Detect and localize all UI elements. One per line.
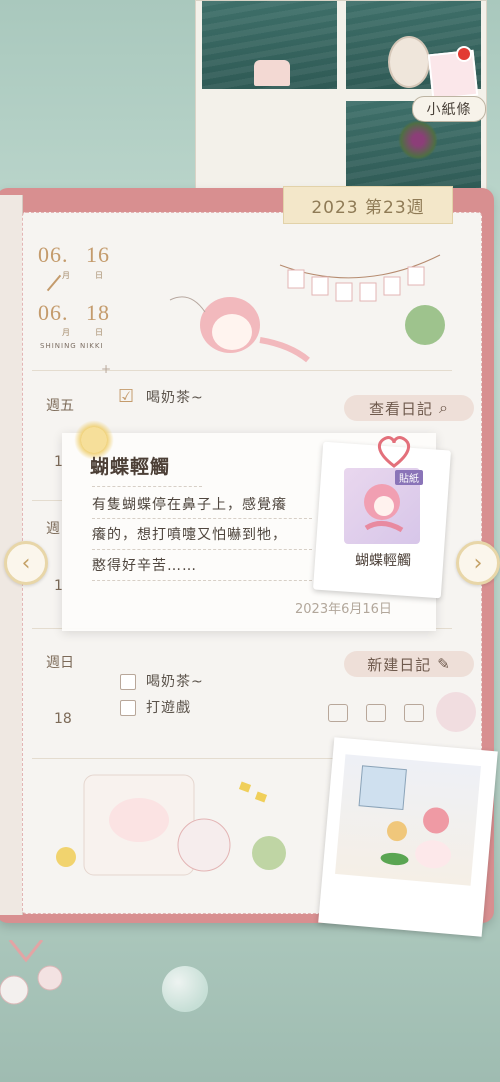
polaroid-scene: [335, 754, 481, 886]
charm-decor: [0, 939, 70, 1010]
end-day: 18: [86, 300, 110, 325]
view-diary-button[interactable]: 查看日記 ⌕: [344, 395, 474, 421]
task-checkbox[interactable]: [120, 700, 136, 716]
week-tab: 2023 第23週: [283, 186, 453, 224]
view-diary-label: 查看日記: [369, 399, 434, 418]
start-day: 16: [86, 242, 110, 267]
month-char: 月: [62, 271, 70, 280]
day-label-friday: 週五: [46, 398, 74, 414]
sticker-slot[interactable]: [366, 704, 386, 722]
start-month: 06.: [38, 242, 69, 267]
chevron-left-icon: ‹: [21, 550, 31, 576]
title-underline: [92, 486, 202, 487]
entry-item: 喝奶茶~: [146, 674, 204, 690]
cake-decor: [254, 60, 290, 86]
note-portrait[interactable]: [427, 49, 479, 101]
day-label-partial: 週: [46, 521, 60, 537]
sticker-slot[interactable]: [328, 704, 348, 722]
row-divider: [32, 500, 62, 501]
photo-string-illustration: [270, 245, 450, 365]
flower-decor: [398, 120, 438, 160]
notification-dot: [458, 48, 470, 60]
day-date-sunday: 18: [54, 711, 72, 727]
popup-title: 蝴蝶輕觸: [90, 456, 171, 478]
prev-week-button[interactable]: ‹: [4, 541, 48, 585]
sticker-slot[interactable]: [404, 704, 424, 722]
entry-item: 喝奶茶~: [146, 390, 204, 406]
edit-icon: ✎: [437, 655, 451, 673]
checked-checkbox[interactable]: ☑: [118, 386, 134, 407]
end-month: 06.: [38, 300, 69, 325]
search-icon: ⌕: [439, 398, 449, 417]
popup-date: 2023年6月16日: [295, 602, 392, 617]
day-char: 日: [95, 328, 103, 337]
snacks-illustration: [44, 765, 294, 895]
sticker-tag: 貼紙: [395, 470, 423, 485]
task-checkbox[interactable]: [120, 674, 136, 690]
pink-circle-decor: [436, 692, 476, 732]
popup-body-line: 有隻蝴蝶停在鼻子上，感覺癢: [92, 497, 287, 513]
month-char: 月: [62, 328, 70, 337]
brand-text: SHINING NIKKI: [40, 342, 104, 350]
paper-note-button[interactable]: 小紙條: [412, 96, 486, 122]
clock-decor: [388, 36, 430, 88]
chevron-right-icon: ›: [473, 550, 483, 576]
heart-clip-icon: [374, 434, 414, 470]
new-diary-label: 新建日記: [367, 655, 432, 674]
new-diary-button[interactable]: 新建日記 ✎: [344, 651, 474, 677]
sticker-label: 蝴蝶輕觸: [355, 553, 411, 569]
plus-mark: +: [101, 362, 112, 376]
body-underline: [92, 580, 312, 581]
popup-body-line: 癢的，想打噴嚏又怕嚇到牠，: [92, 527, 287, 543]
bubble-decor: [162, 966, 208, 1012]
entry-item: 打遊戲: [146, 700, 191, 716]
body-underline: [92, 518, 312, 519]
page-divider: [32, 370, 452, 371]
popup-body-line: 憨得好辛苦……: [92, 558, 197, 574]
body-underline: [92, 549, 312, 550]
next-week-button[interactable]: ›: [456, 541, 500, 585]
day-label-sunday: 週日: [46, 655, 74, 671]
day-char: 日: [95, 271, 103, 280]
